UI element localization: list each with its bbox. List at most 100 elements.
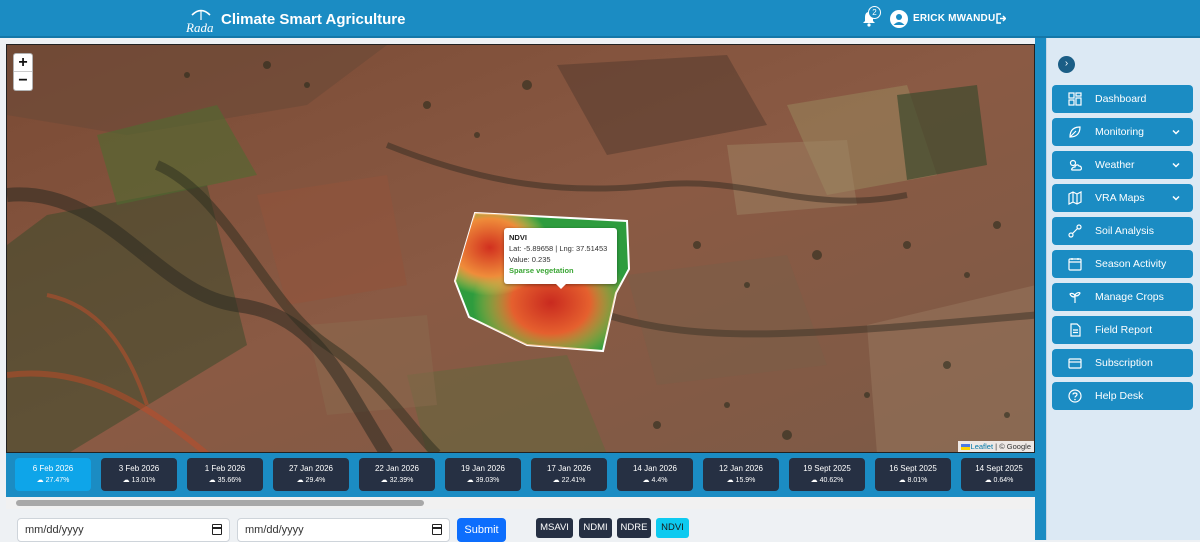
date-card[interactable]: 22 Jan 2026 ☁ 32.39%	[359, 458, 435, 491]
date-card-cloud-cover: ☁ 40.62%	[789, 476, 865, 484]
cloud-cover-value: 40.62%	[819, 477, 844, 484]
index-button-ndre[interactable]: NDRE	[617, 518, 651, 538]
date-card-cloud-cover: ☁ 8.01%	[875, 476, 951, 484]
date-card[interactable]: 19 Sept 2025 ☁ 40.62%	[789, 458, 865, 491]
date-card-cloud-cover: ☁ 13.01%	[101, 476, 177, 484]
cloud-icon: ☁	[984, 477, 994, 484]
index-button-ndvi[interactable]: NDVI	[656, 518, 689, 538]
map-icon	[1068, 191, 1082, 205]
map-attribution: Leaflet | © Google	[957, 441, 1034, 452]
date-card-cloud-cover: ☁ 29.4%	[273, 476, 349, 484]
sidebar-item-weather[interactable]: Weather	[1052, 151, 1193, 179]
date-carousel[interactable]: 6 Feb 2026 ☁ 27.47% 3 Feb 2026 ☁ 13.01% 1 Fe…	[6, 453, 1035, 497]
date-card[interactable]: 14 Sept 2025 ☁ 0.64%	[961, 458, 1035, 491]
sidebar-item-field-report[interactable]: Field Report	[1052, 316, 1193, 344]
cloud-cover-value: 0.64%	[993, 477, 1014, 484]
cloud-icon: ☁	[36, 477, 46, 484]
cloud-cover-value: 27.47%	[45, 477, 70, 484]
cloud-icon: ☁	[898, 477, 908, 484]
date-card-cloud-cover: ☁ 15.9%	[703, 476, 779, 484]
date-card-cloud-cover: ☁ 32.39%	[359, 476, 435, 484]
calendar-icon	[1068, 258, 1082, 271]
chevron-down-icon[interactable]	[1171, 160, 1181, 170]
date-card-date: 14 Jan 2026	[632, 464, 678, 473]
scrollbar-thumb[interactable]	[16, 500, 424, 506]
cloud-icon: ☁	[726, 477, 736, 484]
user-name[interactable]: ERICK MWANDU	[913, 13, 995, 24]
attribution-text: | © Google	[993, 442, 1031, 451]
end-date-placeholder: mm/dd/yyyy	[245, 524, 304, 536]
sidebar-item-label: Weather	[1095, 159, 1135, 171]
end-date-input[interactable]: mm/dd/yyyy	[237, 518, 450, 542]
date-card[interactable]: 12 Jan 2026 ☁ 15.9%	[703, 458, 779, 491]
date-card-date: 6 Feb 2026	[32, 464, 74, 473]
sidebar-toggle-button[interactable]: ›	[1058, 56, 1075, 73]
zoom-control: + −	[13, 53, 33, 91]
help-icon	[1068, 389, 1082, 403]
date-card-date: 19 Jan 2026	[460, 464, 506, 473]
date-card-cloud-cover: ☁ 22.41%	[531, 476, 607, 484]
sidebar-item-label: Monitoring	[1095, 126, 1145, 138]
cloud-cover-value: 15.9%	[735, 477, 756, 484]
chevron-down-icon[interactable]	[1171, 127, 1181, 137]
sidebar-item-label: Soil Analysis	[1095, 225, 1154, 237]
sidebar-item-label: VRA Maps	[1095, 192, 1145, 204]
date-card[interactable]: 27 Jan 2026 ☁ 29.4%	[273, 458, 349, 491]
date-card-date: 22 Jan 2026	[374, 464, 420, 473]
date-card-date: 17 Jan 2026	[546, 464, 592, 473]
date-card[interactable]: 19 Jan 2026 ☁ 39.03%	[445, 458, 521, 491]
leaf-icon	[1069, 126, 1081, 138]
weather-icon	[1069, 159, 1082, 171]
date-card[interactable]: 16 Sept 2025 ☁ 8.01%	[875, 458, 951, 491]
date-card[interactable]: 17 Jan 2026 ☁ 22.41%	[531, 458, 607, 491]
cloud-icon: ☁	[810, 477, 820, 484]
date-card[interactable]: 3 Feb 2026 ☁ 13.01%	[101, 458, 177, 491]
date-card-date: 12 Jan 2026	[718, 464, 764, 473]
start-date-input[interactable]: mm/dd/yyyy	[17, 518, 230, 542]
date-carousel-scrollbar[interactable]	[6, 497, 1035, 509]
start-date-placeholder: mm/dd/yyyy	[25, 524, 84, 536]
cloud-icon: ☁	[296, 477, 306, 484]
user-avatar-icon[interactable]	[890, 10, 908, 28]
logo-umbrella-icon	[191, 9, 211, 20]
calendar-icon[interactable]	[432, 524, 442, 535]
zoom-out-button[interactable]: −	[14, 72, 32, 90]
sidebar-item-help-desk[interactable]: Help Desk	[1052, 382, 1193, 410]
zoom-in-button[interactable]: +	[14, 54, 32, 72]
sidebar-item-season-activity[interactable]: Season Activity	[1052, 250, 1193, 278]
calendar-icon[interactable]	[212, 524, 222, 535]
index-button-ndmi[interactable]: NDMI	[579, 518, 612, 538]
date-card[interactable]: 14 Jan 2026 ☁ 4.4%	[617, 458, 693, 491]
date-card-cloud-cover: ☁ 35.66%	[187, 476, 263, 484]
sidebar-item-soil-analysis[interactable]: Soil Analysis	[1052, 217, 1193, 245]
sidebar-item-label: Help Desk	[1095, 390, 1144, 402]
index-button-msavi[interactable]: MSAVI	[536, 518, 573, 538]
sidebar-item-vra-maps[interactable]: VRA Maps	[1052, 184, 1193, 212]
submit-button[interactable]: Submit	[457, 518, 506, 542]
cloud-cover-value: 32.39%	[389, 477, 414, 484]
date-card-cloud-cover: ☁ 27.47%	[15, 476, 91, 484]
sidebar-item-dashboard[interactable]: Dashboard	[1052, 85, 1193, 113]
tooltip-status: Sparse vegetation	[509, 266, 574, 275]
top-header: Rada Climate Smart Agriculture 2 ERICK M…	[0, 0, 1200, 38]
sidebar-item-subscription[interactable]: Subscription	[1052, 349, 1193, 377]
logout-icon[interactable]	[996, 13, 1006, 24]
date-card-date: 27 Jan 2026	[288, 464, 334, 473]
leaflet-link[interactable]: Leaflet	[971, 442, 994, 451]
sidebar-item-label: Field Report	[1095, 324, 1153, 336]
sidebar-item-manage-crops[interactable]: Manage Crops	[1052, 283, 1193, 311]
date-card-cloud-cover: ☁ 0.64%	[961, 476, 1035, 484]
date-card[interactable]: 6 Feb 2026 ☁ 27.47%	[15, 458, 91, 491]
date-card[interactable]: 1 Feb 2026 ☁ 35.66%	[187, 458, 263, 491]
satellite-map[interactable]: + − NDVI Lat: -5.89658 | Lng: 37.51453 V…	[6, 44, 1035, 453]
rada-logo[interactable]: Rada	[186, 8, 216, 35]
date-card-date: 19 Sept 2025	[803, 464, 851, 473]
logo-text: Rada	[186, 20, 214, 35]
sidebar-item-monitoring[interactable]: Monitoring	[1052, 118, 1193, 146]
cloud-cover-value: 39.03%	[475, 477, 500, 484]
date-card-date: 3 Feb 2026	[118, 464, 160, 473]
tooltip-title: NDVI	[509, 233, 527, 242]
chevron-down-icon[interactable]	[1171, 193, 1181, 203]
cloud-cover-value: 35.66%	[217, 477, 242, 484]
cloud-cover-value: 8.01%	[907, 477, 928, 484]
